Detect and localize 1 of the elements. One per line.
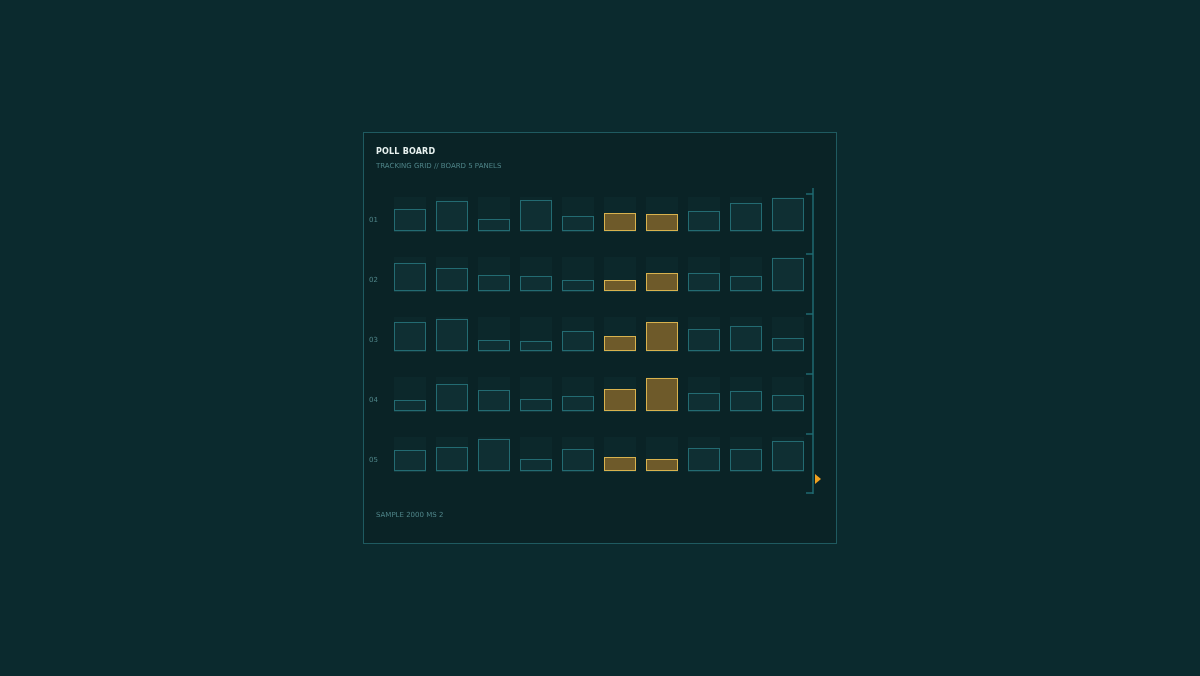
board-title: POLL BOARD bbox=[376, 147, 437, 156]
